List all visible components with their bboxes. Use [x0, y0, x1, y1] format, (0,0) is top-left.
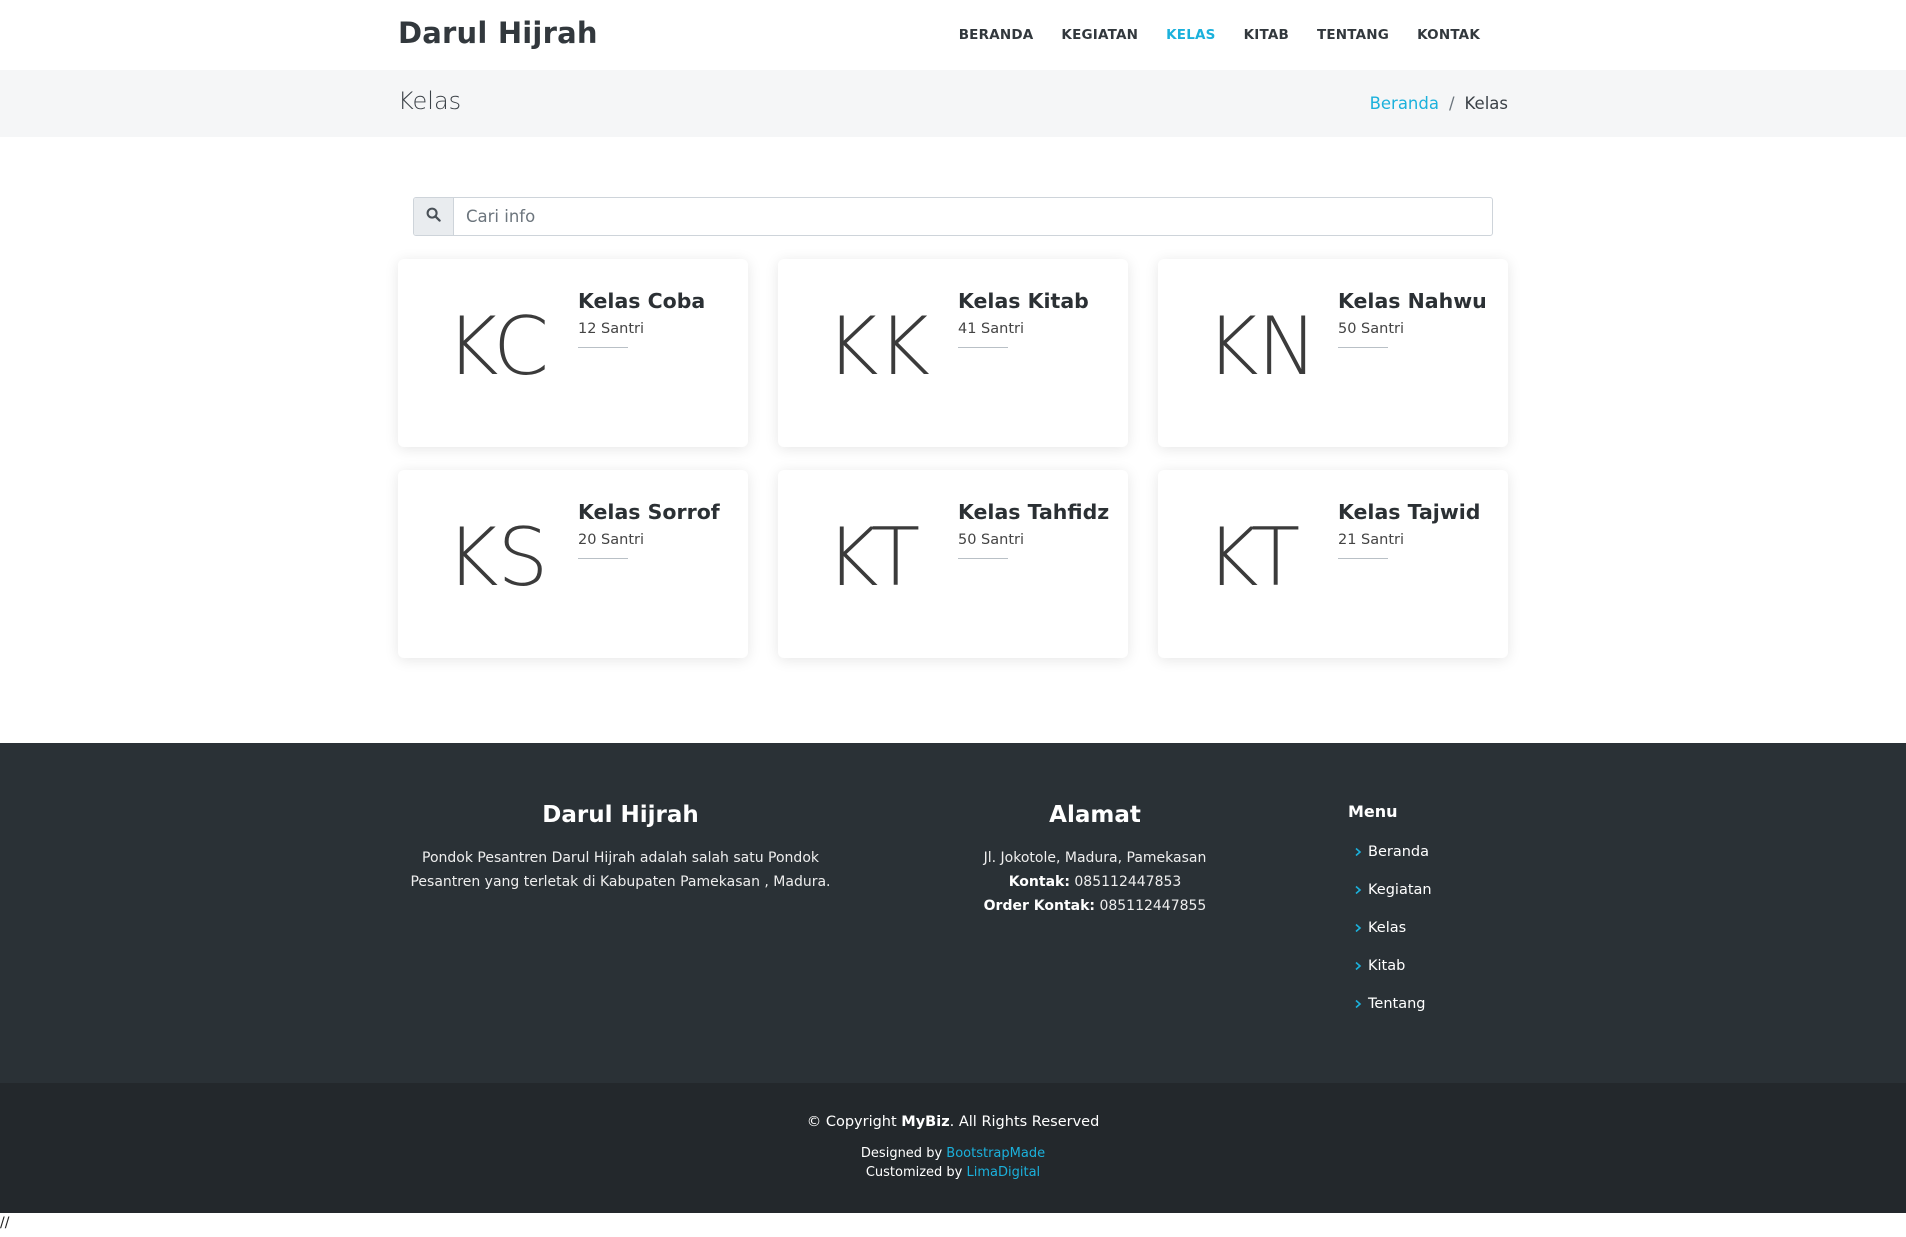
- breadcrumbs-section: Kelas Beranda / Kelas: [0, 70, 1906, 137]
- chevron-right-icon: [1348, 885, 1368, 895]
- divider: [578, 558, 628, 559]
- class-student-count: 12 Santri: [578, 321, 645, 337]
- footer-address-text: Jl. Jokotole, Madura, Pamekasan Kontak: …: [930, 846, 1260, 918]
- designed-by: Designed by BootstrapMade: [0, 1146, 1906, 1161]
- class-title[interactable]: Kelas Tahfidz: [958, 500, 1109, 524]
- bootstrapmade-link[interactable]: BootstrapMade: [946, 1146, 1045, 1161]
- class-initials: KN: [1206, 300, 1317, 393]
- nav-item-tentang[interactable]: TENTANG: [1303, 24, 1403, 46]
- class-initials: KT: [826, 511, 920, 604]
- class-initials: KK: [826, 300, 930, 393]
- divider: [578, 347, 628, 348]
- search-bar: [413, 197, 1493, 236]
- footer-menu-link-kelas[interactable]: Kelas: [1368, 920, 1406, 936]
- footer-menu-item[interactable]: Kitab: [1348, 947, 1548, 985]
- class-grid: KC Kelas Coba 12 Santri KK Kelas Kitab 4…: [398, 259, 1509, 658]
- site-logo[interactable]: Darul Hijrah: [398, 16, 598, 50]
- limadigital-link[interactable]: LimaDigital: [967, 1165, 1041, 1180]
- class-student-count: 50 Santri: [1338, 321, 1405, 337]
- customized-by-prefix: Customized by: [865, 1165, 967, 1180]
- footer-menu-title: Menu: [1348, 802, 1398, 821]
- class-title[interactable]: Kelas Sorrof: [578, 500, 720, 524]
- footer-menu-link-kegiatan[interactable]: Kegiatan: [1368, 882, 1432, 898]
- contact-value: 085112447853: [1069, 874, 1182, 890]
- divider: [1338, 347, 1388, 348]
- nav-item-kegiatan[interactable]: KEGIATAN: [1047, 24, 1152, 46]
- order-contact-value: 085112447855: [1095, 898, 1207, 914]
- footer-bottom: © Copyright MyBiz. All Rights Reserved D…: [0, 1083, 1906, 1213]
- copyright-prefix: © Copyright: [806, 1114, 902, 1130]
- class-card[interactable]: KT Kelas Tahfidz 50 Santri: [778, 470, 1128, 658]
- divider: [958, 347, 1008, 348]
- search-addon: [414, 198, 454, 235]
- class-card[interactable]: KT Kelas Tajwid 21 Santri: [1158, 470, 1508, 658]
- breadcrumb-current: Kelas: [1464, 94, 1508, 113]
- footer-about: Darul Hijrah Pondok Pesantren Darul Hijr…: [398, 802, 843, 894]
- designed-by-prefix: Designed by: [860, 1146, 947, 1161]
- footer-about-title: Darul Hijrah: [542, 802, 699, 828]
- class-card[interactable]: KS Kelas Sorrof 20 Santri: [398, 470, 748, 658]
- class-student-count: 20 Santri: [578, 532, 645, 548]
- class-card[interactable]: KN Kelas Nahwu 50 Santri: [1158, 259, 1508, 447]
- search-input[interactable]: [454, 198, 1492, 235]
- footer-address: Alamat Jl. Jokotole, Madura, Pamekasan K…: [930, 802, 1260, 918]
- footer-menu-link-kitab[interactable]: Kitab: [1368, 958, 1405, 974]
- class-title[interactable]: Kelas Coba: [578, 289, 705, 313]
- divider: [958, 558, 1008, 559]
- chevron-right-icon: [1348, 999, 1368, 1009]
- class-initials: KT: [1206, 511, 1300, 604]
- chevron-right-icon: [1348, 961, 1368, 971]
- copyright: © Copyright MyBiz. All Rights Reserved: [0, 1114, 1906, 1130]
- footer-about-text: Pondok Pesantren Darul Hijrah adalah sal…: [410, 850, 831, 890]
- footer-menu-item[interactable]: Kegiatan: [1348, 871, 1548, 909]
- class-student-count: 21 Santri: [1338, 532, 1405, 548]
- copyright-suffix: . All Rights Reserved: [949, 1114, 1100, 1130]
- nav-item-kelas[interactable]: KELAS: [1152, 24, 1229, 46]
- class-title[interactable]: Kelas Tajwid: [1338, 500, 1480, 524]
- address-street: Jl. Jokotole, Madura, Pamekasan: [983, 850, 1207, 866]
- footer-top: Darul Hijrah Pondok Pesantren Darul Hijr…: [0, 743, 1906, 1083]
- stray-text: //: [0, 1215, 10, 1231]
- main-nav: BERANDA KEGIATAN KELAS KITAB TENTANG KON…: [945, 24, 1494, 46]
- footer-menu-link-beranda[interactable]: Beranda: [1368, 844, 1429, 860]
- breadcrumb: Beranda / Kelas: [1370, 94, 1508, 113]
- page-title: Kelas: [398, 87, 462, 115]
- footer-menu-link-tentang[interactable]: Tentang: [1368, 996, 1425, 1012]
- footer-menu-item[interactable]: Kelas: [1348, 909, 1548, 947]
- nav-item-beranda[interactable]: BERANDA: [945, 24, 1048, 46]
- nav-item-kitab[interactable]: KITAB: [1230, 24, 1303, 46]
- chevron-right-icon: [1348, 923, 1368, 933]
- class-initials: KS: [446, 511, 548, 604]
- breadcrumb-link-beranda[interactable]: Beranda: [1370, 94, 1439, 113]
- chevron-right-icon: [1348, 847, 1368, 857]
- class-student-count: 50 Santri: [958, 532, 1025, 548]
- site-header: Darul Hijrah BERANDA KEGIATAN KELAS KITA…: [0, 0, 1906, 70]
- class-card[interactable]: KC Kelas Coba 12 Santri: [398, 259, 748, 447]
- copyright-brand: MyBiz: [901, 1114, 950, 1130]
- class-title[interactable]: Kelas Nahwu: [1338, 289, 1487, 313]
- class-card[interactable]: KK Kelas Kitab 41 Santri: [778, 259, 1128, 447]
- footer-menu-item[interactable]: Beranda: [1348, 833, 1548, 871]
- footer-menu-item[interactable]: Tentang: [1348, 985, 1548, 1023]
- order-contact-label: Order Kontak:: [983, 898, 1095, 914]
- search-icon: [426, 207, 441, 226]
- footer-menu: Menu Beranda Kegiatan Kelas Kitab Tentan…: [1348, 802, 1548, 1023]
- nav-item-kontak[interactable]: KONTAK: [1403, 24, 1494, 46]
- class-title[interactable]: Kelas Kitab: [958, 289, 1089, 313]
- breadcrumb-separator: /: [1448, 94, 1455, 113]
- class-student-count: 41 Santri: [958, 321, 1025, 337]
- customized-by: Customized by LimaDigital: [0, 1165, 1906, 1180]
- footer-address-title: Alamat: [1049, 802, 1141, 828]
- contact-label: Kontak:: [1008, 874, 1070, 890]
- divider: [1338, 558, 1388, 559]
- footer-menu-list: Beranda Kegiatan Kelas Kitab Tentang: [1348, 833, 1548, 1023]
- class-initials: KC: [446, 300, 549, 393]
